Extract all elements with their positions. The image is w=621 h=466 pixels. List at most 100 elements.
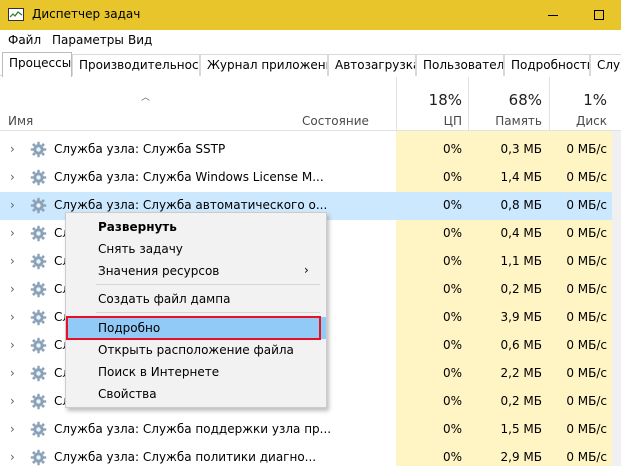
- header-memory[interactable]: Память: [472, 114, 542, 128]
- tab-processes[interactable]: Процессы: [2, 52, 72, 77]
- cpu-value: 0%: [442, 394, 462, 408]
- menu-item-properties[interactable]: Свойства: [66, 383, 326, 405]
- task-manager-icon: [8, 8, 24, 21]
- memory-value: 2,9 МБ: [500, 450, 542, 464]
- expand-chevron-icon[interactable]: ›: [10, 282, 15, 296]
- disk-value: 0 МБ/с: [566, 282, 607, 296]
- cpu-value: 0%: [442, 198, 462, 212]
- menu-item-expand[interactable]: Развернуть: [66, 216, 326, 238]
- disk-value: 0 МБ/с: [566, 450, 607, 464]
- header-name[interactable]: Имя: [8, 114, 33, 128]
- menu-item-label: Значения ресурсов: [98, 264, 220, 278]
- menu-item-label: Свойства: [98, 387, 157, 401]
- expand-chevron-icon[interactable]: ›: [10, 310, 15, 324]
- memory-value: 1,5 МБ: [500, 422, 542, 436]
- memory-value: 0,6 МБ: [500, 338, 542, 352]
- table-row[interactable]: › Служба узла: Служба SSTP 0% 0,3 МБ 0 МБ/с: [0, 136, 621, 164]
- expand-chevron-icon[interactable]: ›: [10, 142, 15, 156]
- service-gear-icon: [30, 281, 47, 298]
- vertical-scrollbar[interactable]: [612, 131, 621, 466]
- minimize-button[interactable]: [530, 0, 576, 30]
- maximize-button[interactable]: [576, 0, 621, 30]
- tab-app-history[interactable]: Журнал приложений: [200, 54, 328, 76]
- memory-value: 2,2 МБ: [500, 366, 542, 380]
- tab-performance[interactable]: Производительность: [72, 54, 200, 76]
- window-title: Диспетчер задач: [32, 7, 141, 21]
- header-disk-percent: 1%: [583, 91, 607, 109]
- menu-item-open-location[interactable]: Открыть расположение файла: [66, 339, 326, 361]
- menu-item-search-online[interactable]: Поиск в Интернете: [66, 361, 326, 383]
- disk-value: 0 МБ/с: [566, 142, 607, 156]
- cpu-value: 0%: [442, 338, 462, 352]
- service-gear-icon: [30, 337, 47, 354]
- header-divider: [549, 77, 550, 131]
- menu-file[interactable]: Файл: [8, 33, 41, 47]
- expand-chevron-icon[interactable]: ›: [10, 394, 15, 408]
- service-gear-icon: [30, 253, 47, 270]
- menu-view[interactable]: Вид: [128, 33, 152, 47]
- expand-chevron-icon[interactable]: ›: [10, 170, 15, 184]
- cpu-value: 0%: [442, 422, 462, 436]
- process-name: Служба узла: Служба политики диагно...: [54, 450, 317, 464]
- service-gear-icon: [30, 197, 47, 214]
- expand-chevron-icon[interactable]: ›: [10, 450, 15, 464]
- service-gear-icon: [30, 309, 47, 326]
- expand-chevron-icon[interactable]: ›: [10, 338, 15, 352]
- menu-separator: [96, 312, 320, 313]
- header-divider: [468, 77, 469, 131]
- context-menu: Развернуть Снять задачу Значения ресурсо…: [65, 212, 327, 408]
- menu-item-label: Создать файл дампа: [98, 292, 231, 306]
- menu-item-create-dump[interactable]: Создать файл дампа: [66, 288, 326, 310]
- process-name: Служба узла: Служба Windows License M...: [54, 170, 324, 184]
- table-row[interactable]: › Служба узла: Служба Windows License M..…: [0, 164, 621, 192]
- menu-item-label: Открыть расположение файла: [98, 343, 294, 357]
- service-gear-icon: [30, 225, 47, 242]
- disk-value: 0 МБ/с: [566, 198, 607, 212]
- memory-value: 0,2 МБ: [500, 282, 542, 296]
- highlight-frame: [66, 316, 321, 340]
- header-divider: [396, 77, 397, 131]
- service-gear-icon: [30, 421, 47, 438]
- menu-item-resource-values[interactable]: Значения ресурсов ›: [66, 260, 326, 282]
- expand-chevron-icon[interactable]: ›: [10, 366, 15, 380]
- expand-chevron-icon[interactable]: ›: [10, 422, 15, 436]
- expand-chevron-icon[interactable]: ›: [10, 198, 15, 212]
- cpu-value: 0%: [442, 310, 462, 324]
- process-name: Служба узла: Служба SSTP: [54, 142, 226, 156]
- header-disk[interactable]: Диск: [553, 114, 607, 128]
- expand-chevron-icon[interactable]: ›: [10, 254, 15, 268]
- menu-separator: [96, 284, 320, 285]
- cpu-value: 0%: [442, 282, 462, 296]
- title-bar: Диспетчер задач: [0, 0, 621, 30]
- menu-options[interactable]: Параметры: [52, 33, 124, 47]
- header-cpu[interactable]: ЦП: [400, 114, 462, 128]
- service-gear-icon: [30, 169, 47, 186]
- cpu-value: 0%: [442, 226, 462, 240]
- disk-value: 0 МБ/с: [566, 254, 607, 268]
- header-state[interactable]: Состояние: [302, 114, 369, 128]
- cpu-value: 0%: [442, 254, 462, 268]
- tab-details[interactable]: Подробности: [504, 54, 590, 76]
- table-row[interactable]: › Служба узла: Служба политики диагно... 0…: [0, 444, 621, 466]
- table-row[interactable]: › Служба узла: Служба поддержки узла пр..…: [0, 416, 621, 444]
- memory-value: 1,1 МБ: [500, 254, 542, 268]
- sort-caret-icon: ︿: [141, 93, 151, 103]
- submenu-arrow-icon: ›: [304, 263, 309, 277]
- menu-item-label: Развернуть: [98, 220, 177, 234]
- expand-chevron-icon[interactable]: ›: [10, 226, 15, 240]
- memory-value: 0,2 МБ: [500, 394, 542, 408]
- tab-strip: Процессы Производительность Журнал прило…: [0, 52, 621, 77]
- menu-item-label: Поиск в Интернете: [98, 365, 220, 379]
- maximize-icon: [594, 10, 604, 20]
- tab-users[interactable]: Пользователи: [416, 54, 504, 76]
- service-gear-icon: [30, 365, 47, 382]
- minimize-icon: [548, 14, 558, 16]
- process-name: Служба узла: Служба автоматического о...: [54, 198, 328, 212]
- disk-value: 0 МБ/с: [566, 310, 607, 324]
- memory-value: 0,3 МБ: [500, 142, 542, 156]
- menu-item-end-task[interactable]: Снять задачу: [66, 238, 326, 260]
- tab-services[interactable]: Служ: [590, 54, 621, 76]
- memory-value: 0,4 МБ: [500, 226, 542, 240]
- disk-value: 0 МБ/с: [566, 338, 607, 352]
- tab-startup[interactable]: Автозагрузка: [328, 54, 416, 76]
